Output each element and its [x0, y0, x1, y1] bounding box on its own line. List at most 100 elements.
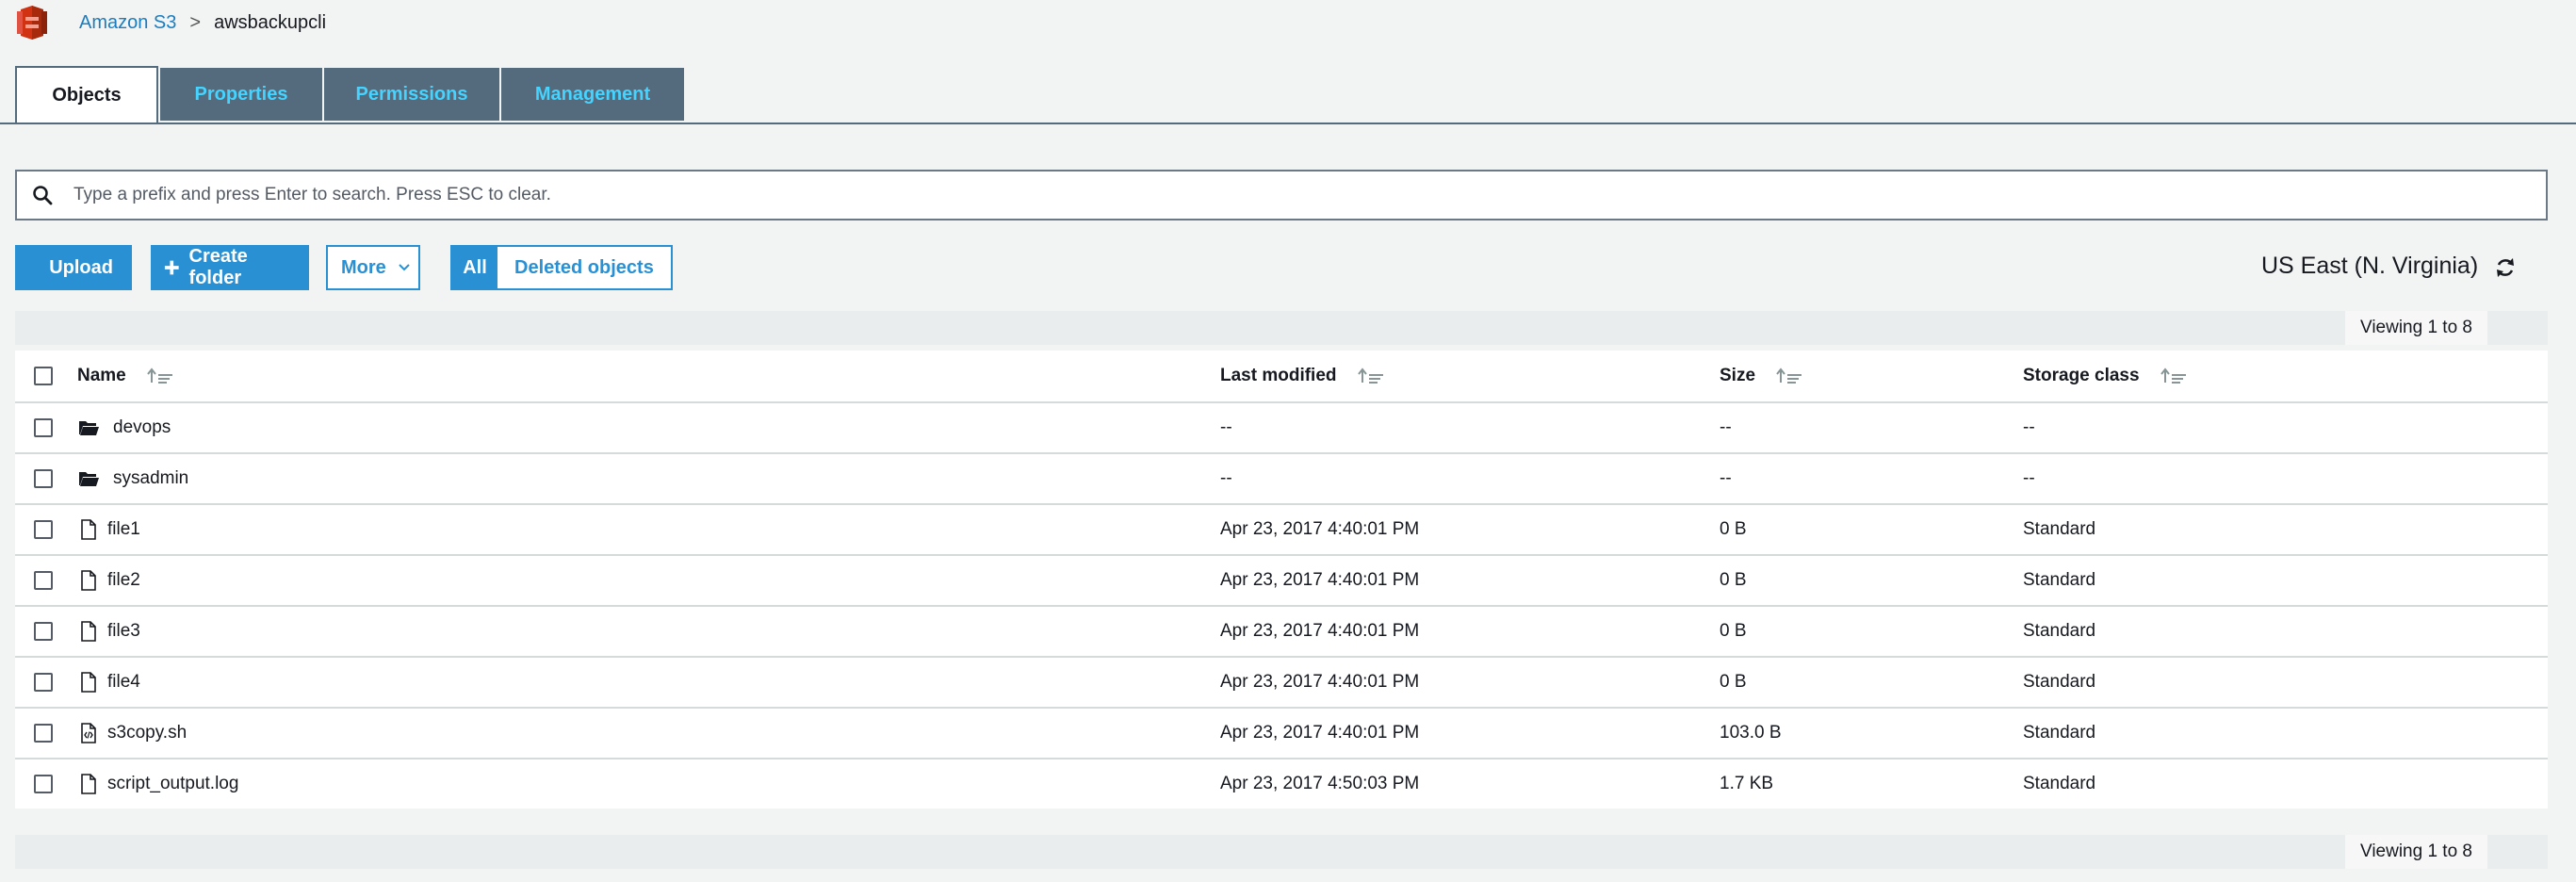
row-checkbox[interactable] — [34, 571, 53, 590]
select-all-checkbox[interactable] — [34, 367, 53, 385]
column-name-header: Name — [77, 351, 173, 401]
last-modified-cell: Apr 23, 2017 4:40:01 PM — [1220, 723, 1420, 743]
object-name-link[interactable]: file2 — [107, 570, 140, 591]
viewing-count-top: Viewing 1 to 8 — [2344, 311, 2487, 345]
search-bar — [15, 170, 2548, 220]
breadcrumb-amazon-s3-link[interactable]: Amazon S3 — [79, 12, 176, 34]
size-cell: 0 B — [1720, 672, 1747, 692]
name-cell: s3copy.sh — [77, 709, 187, 758]
filter-all-button[interactable]: All — [452, 247, 497, 288]
sort-icon[interactable] — [1357, 368, 1384, 384]
tab-permissions[interactable]: Permissions — [322, 68, 499, 121]
create-folder-button[interactable]: Create folder — [151, 245, 309, 290]
table-row[interactable]: file1 Apr 23, 2017 4:40:01 PM 0 B Standa… — [15, 505, 2548, 556]
search-icon — [33, 186, 53, 205]
name-cell: script_output.log — [77, 760, 238, 808]
column-storage-class-header: Storage class — [2023, 351, 2187, 401]
object-name-link[interactable]: file1 — [107, 519, 140, 540]
row-checkbox[interactable] — [34, 469, 53, 488]
code-file-icon — [81, 723, 96, 743]
tab-objects[interactable]: Objects — [15, 66, 158, 122]
folder-icon — [79, 472, 99, 486]
name-cell: file4 — [77, 658, 140, 707]
plus-icon — [164, 260, 179, 275]
table-row[interactable]: file2 Apr 23, 2017 4:40:01 PM 0 B Standa… — [15, 556, 2548, 607]
object-name-link[interactable]: s3copy.sh — [107, 723, 187, 743]
size-cell: -- — [1720, 468, 1732, 488]
sort-icon[interactable] — [146, 368, 173, 384]
create-folder-label: Create folder — [188, 246, 248, 288]
row-checkbox[interactable] — [34, 724, 53, 743]
tab-divider — [0, 122, 2576, 124]
size-cell: 0 B — [1720, 570, 1747, 590]
last-modified-cell: -- — [1220, 468, 1232, 488]
name-cell: sysadmin — [77, 454, 188, 503]
size-cell: 103.0 B — [1720, 723, 1782, 743]
sort-icon[interactable] — [2160, 368, 2187, 384]
region-label: US East (N. Virginia) — [2261, 253, 2479, 279]
last-modified-cell: Apr 23, 2017 4:40:01 PM — [1220, 621, 1420, 641]
viewing-bar-top: Viewing 1 to 8 — [15, 311, 2548, 345]
object-name-link[interactable]: sysadmin — [113, 468, 188, 489]
object-name-link[interactable]: script_output.log — [107, 774, 238, 794]
name-cell: file1 — [77, 505, 140, 554]
row-checkbox[interactable] — [34, 775, 53, 793]
tab-properties[interactable]: Properties — [158, 68, 322, 121]
last-modified-cell: Apr 23, 2017 4:50:03 PM — [1220, 774, 1420, 793]
viewing-bar-bottom: Viewing 1 to 8 — [15, 835, 2548, 869]
last-modified-cell: Apr 23, 2017 4:40:01 PM — [1220, 672, 1420, 692]
upload-button[interactable]: Upload — [15, 245, 132, 290]
file-icon — [81, 570, 96, 591]
row-checkbox[interactable] — [34, 418, 53, 437]
table-row[interactable]: sysadmin -- -- -- — [15, 454, 2548, 505]
table-header: Name Last modified Size Storage class — [15, 351, 2548, 403]
folder-icon — [79, 421, 99, 435]
search-input[interactable] — [72, 184, 2546, 206]
object-filter-toggle: All Deleted objects — [450, 245, 673, 290]
table-row[interactable]: file4 Apr 23, 2017 4:40:01 PM 0 B Standa… — [15, 658, 2548, 709]
size-cell: 1.7 KB — [1720, 774, 1774, 793]
row-checkbox[interactable] — [34, 622, 53, 641]
storage-class-cell: Standard — [2023, 519, 2096, 539]
table-row[interactable]: s3copy.sh Apr 23, 2017 4:40:01 PM 103.0 … — [15, 709, 2548, 760]
tab-management[interactable]: Management — [499, 68, 684, 121]
table-row[interactable]: devops -- -- -- — [15, 403, 2548, 454]
column-size-header: Size — [1720, 351, 1802, 401]
column-last-modified-header: Last modified — [1220, 351, 1384, 401]
file-icon — [81, 519, 96, 540]
name-cell: file2 — [77, 556, 140, 605]
breadcrumb: Amazon S3 > awsbackupcli — [79, 9, 326, 36]
object-name-link[interactable]: file3 — [107, 621, 140, 642]
file-icon — [81, 672, 96, 693]
last-modified-cell: -- — [1220, 417, 1232, 437]
last-modified-cell: Apr 23, 2017 4:40:01 PM — [1220, 570, 1420, 590]
name-cell: file3 — [77, 607, 140, 656]
file-icon — [81, 621, 96, 642]
filter-deleted-objects-button[interactable]: Deleted objects — [497, 247, 671, 288]
object-name-link[interactable]: devops — [113, 417, 171, 438]
more-dropdown-button[interactable]: More — [326, 245, 420, 290]
object-name-link[interactable]: file4 — [107, 672, 140, 693]
refresh-icon[interactable] — [2495, 256, 2516, 279]
breadcrumb-current-bucket: awsbackupcli — [214, 11, 327, 33]
row-checkbox[interactable] — [34, 673, 53, 692]
sort-icon[interactable] — [1776, 368, 1802, 384]
storage-class-cell: Standard — [2023, 672, 2096, 692]
name-cell: devops — [77, 403, 171, 452]
viewing-count-bottom: Viewing 1 to 8 — [2344, 835, 2487, 869]
amazon-s3-logo-icon — [17, 6, 47, 40]
upload-label: Upload — [49, 256, 113, 278]
table-row[interactable]: file3 Apr 23, 2017 4:40:01 PM 0 B Standa… — [15, 607, 2548, 658]
storage-class-cell: Standard — [2023, 621, 2096, 641]
table-row[interactable]: script_output.log Apr 23, 2017 4:50:03 P… — [15, 760, 2548, 808]
size-cell: 0 B — [1720, 621, 1747, 641]
storage-class-cell: Standard — [2023, 774, 2096, 793]
size-cell: 0 B — [1720, 519, 1747, 539]
more-label: More — [341, 256, 386, 278]
size-cell: -- — [1720, 417, 1732, 437]
row-checkbox[interactable] — [34, 520, 53, 539]
last-modified-cell: Apr 23, 2017 4:40:01 PM — [1220, 519, 1420, 539]
chevron-down-icon — [399, 264, 410, 271]
storage-class-cell: Standard — [2023, 570, 2096, 590]
objects-table: Name Last modified Size Storage class de… — [15, 351, 2548, 808]
